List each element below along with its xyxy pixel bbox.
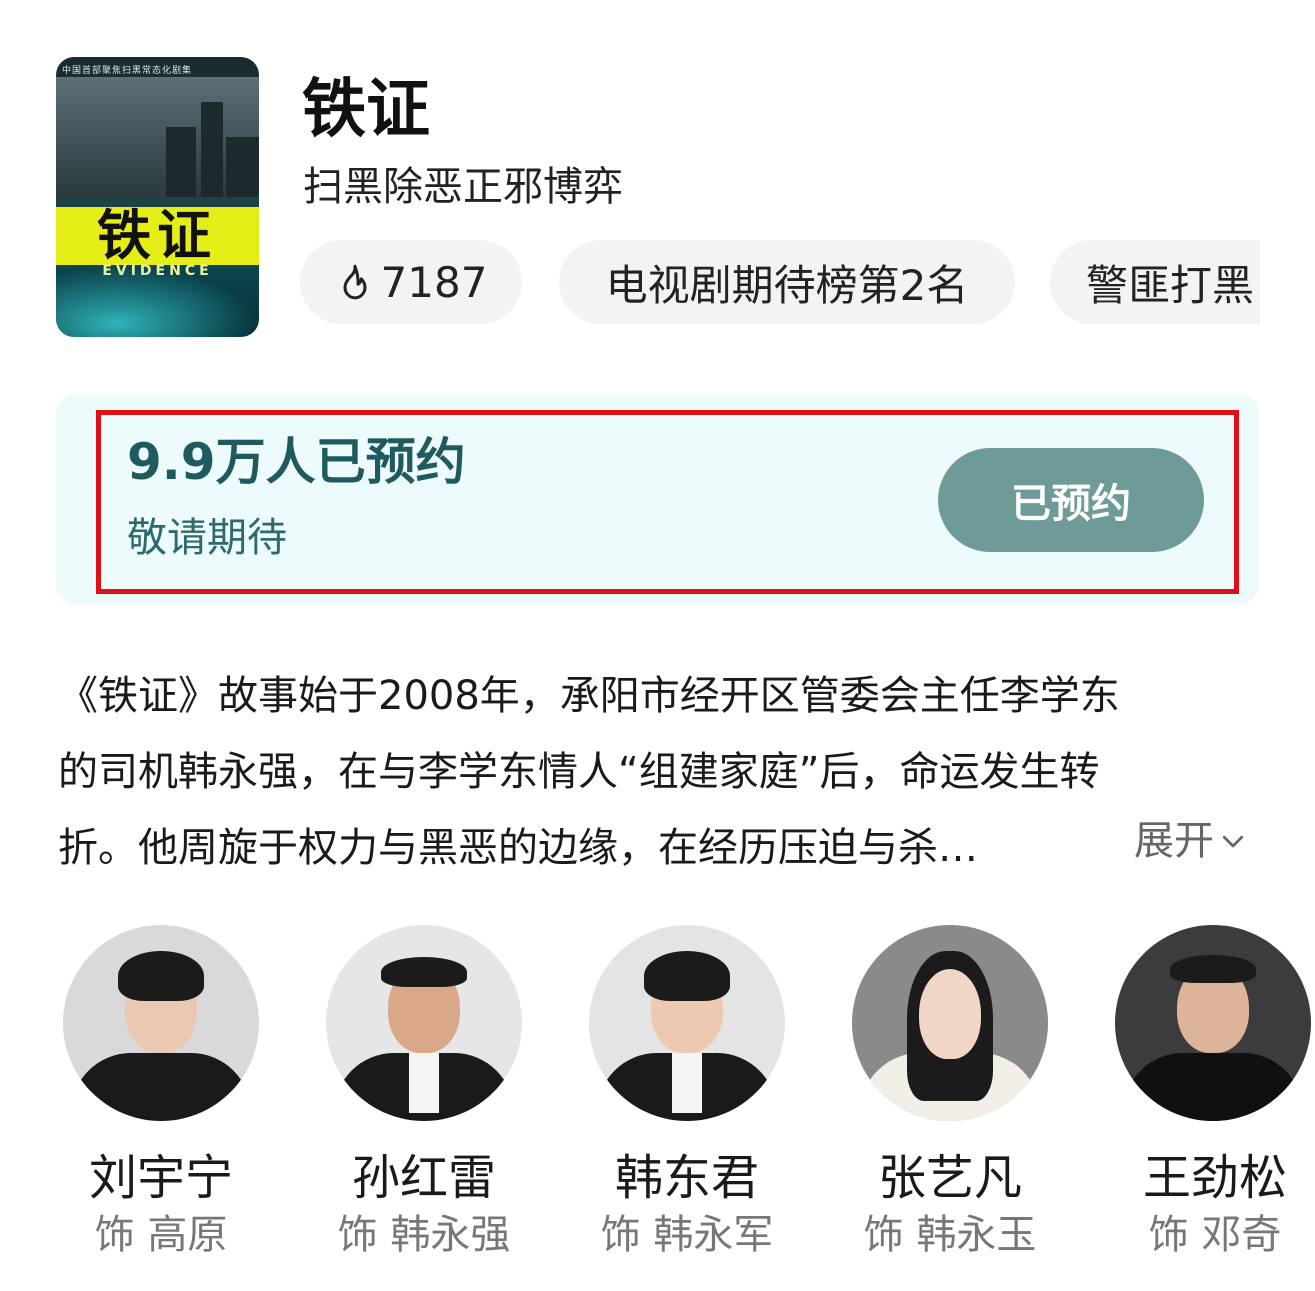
chevron-down-icon [1222, 835, 1244, 848]
hot-value: 7187 [380, 257, 488, 307]
flame-icon [343, 264, 367, 300]
avatar[interactable] [852, 925, 1048, 1121]
cast-name: 王劲松 [1142, 1150, 1287, 1206]
rank-tag[interactable]: 电视剧期待榜第2名 [559, 240, 1015, 324]
expand-button[interactable]: 展开 [1128, 809, 1248, 873]
poster-logo: 铁证 [56, 207, 259, 265]
cast-role: 饰 韩永军 [600, 1212, 774, 1258]
cast-name: 韩东君 [614, 1150, 759, 1206]
genre-tag[interactable]: 警匪打黑 [1050, 240, 1260, 324]
cast-role: 饰 邓奇 [1148, 1212, 1282, 1258]
tag-row: 7187 电视剧期待榜第2名 警匪打黑 [300, 240, 1260, 324]
avatar[interactable] [1115, 925, 1311, 1121]
cast-name: 张艺凡 [877, 1150, 1022, 1206]
show-title: 铁证 [302, 73, 430, 147]
synopsis-line: 折。他周旋于权力与黑恶的边缘，在经历压迫与杀… [58, 825, 978, 871]
cast-role: 饰 韩永强 [337, 1212, 511, 1258]
show-subtitle: 扫黑除恶正邪博弈 [303, 164, 623, 210]
synopsis-line: 《铁证》故事始于2008年，承阳市经开区管委会主任李学东 [58, 673, 1120, 719]
show-poster[interactable]: 中国首部聚焦扫黑常态化剧集 铁证 EVIDENCE [56, 57, 259, 337]
synopsis-line: 的司机韩永强，在与李学东情人“组建家庭”后，命运发生转 [58, 749, 1100, 795]
avatar[interactable] [589, 925, 785, 1121]
poster-tagline: 中国首部聚焦扫黑常态化剧集 [62, 66, 193, 76]
avatar[interactable] [326, 925, 522, 1121]
reserved-button[interactable]: 已预约 [938, 448, 1204, 552]
expand-label: 展开 [1134, 818, 1214, 864]
hot-tag[interactable]: 7187 [300, 240, 522, 324]
cast-role: 饰 高原 [94, 1212, 228, 1258]
reservation-count: 9.9万人已预约 [127, 433, 466, 491]
poster-sky [56, 77, 259, 197]
cast-name: 孙红雷 [351, 1150, 496, 1206]
reservation-subtext: 敬请期待 [127, 515, 287, 561]
avatar[interactable] [63, 925, 259, 1121]
synopsis: 《铁证》故事始于2008年，承阳市经开区管委会主任李学东 的司机韩永强，在与李学… [58, 658, 1258, 886]
cast-role: 饰 韩永玉 [863, 1212, 1037, 1258]
cast-name: 刘宇宁 [88, 1150, 233, 1206]
